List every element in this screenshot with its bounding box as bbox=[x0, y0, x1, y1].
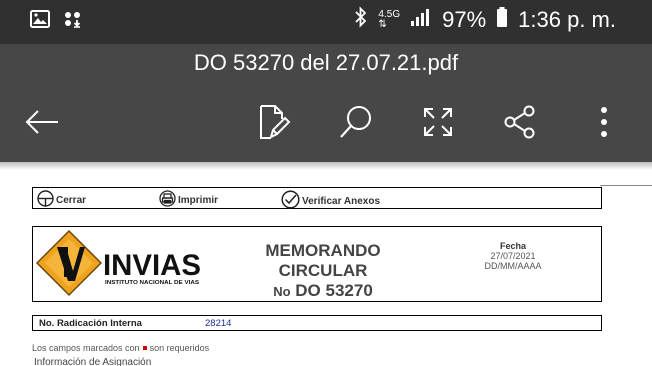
actions-bar: Cerrar Imprimir Verificar Anexos bbox=[32, 187, 602, 209]
print-action[interactable]: Imprimir bbox=[159, 190, 218, 210]
viewer-toolbar: DO 53270 del 27.07.21.pdf bbox=[0, 44, 652, 162]
battery-icon bbox=[496, 6, 508, 34]
close-circle-icon bbox=[37, 190, 54, 210]
close-action[interactable]: Cerrar bbox=[37, 190, 86, 210]
memo-title: MEMORANDO CIRCULAR No DO 53270 bbox=[243, 241, 403, 302]
signal-icon bbox=[410, 7, 432, 33]
svg-text:INSTITUTO NACIONAL DE VIAS: INSTITUTO NACIONAL DE VIAS bbox=[105, 280, 199, 286]
svg-text:INVIAS: INVIAS bbox=[103, 249, 201, 282]
status-bar-right: 4.5G ⇅ 97% 1:36 p. m. bbox=[354, 6, 616, 34]
network-type-label: 4.5G bbox=[378, 9, 401, 20]
edit-document-icon[interactable] bbox=[254, 102, 294, 142]
verify-annexes-label: Verificar Anexos bbox=[302, 195, 381, 207]
memo-number-line: No DO 53270 bbox=[243, 281, 403, 302]
section-title: Información de Asignación bbox=[34, 357, 152, 366]
print-label: Imprimir bbox=[178, 194, 219, 206]
radicacion-row: No. Radicación Interna 28214 bbox=[32, 315, 602, 331]
image-icon bbox=[30, 10, 50, 33]
required-fields-note: Los campos marcados con son requeridos bbox=[32, 343, 209, 353]
network-4g-icon: 4.5G ⇅ bbox=[378, 9, 401, 30]
clock: 1:36 p. m. bbox=[518, 7, 616, 32]
required-note-suffix: son requeridos bbox=[149, 343, 210, 353]
check-circle-icon bbox=[281, 190, 300, 212]
bluetooth-icon bbox=[354, 6, 368, 34]
status-bar: 4.5G ⇅ 97% 1:36 p. m. bbox=[0, 0, 652, 44]
fullscreen-icon[interactable] bbox=[418, 102, 458, 142]
required-note-prefix: Los campos marcados con bbox=[32, 343, 140, 353]
verify-annexes-action[interactable]: Verificar Anexos bbox=[281, 190, 380, 212]
date-block: Fecha 27/07/2021 DD/MM/AAAA bbox=[463, 241, 563, 271]
print-icon bbox=[159, 190, 176, 210]
close-label: Cerrar bbox=[56, 194, 87, 206]
toolbar-shadow bbox=[0, 162, 652, 170]
more-vert-icon[interactable] bbox=[584, 102, 624, 142]
memo-no-prefix: No bbox=[273, 284, 291, 299]
voicemail-download-icon bbox=[64, 10, 84, 33]
share-icon[interactable] bbox=[500, 102, 540, 142]
memo-title-line2: CIRCULAR bbox=[278, 261, 368, 280]
search-icon[interactable] bbox=[336, 102, 376, 142]
memo-title-line1: MEMORANDO bbox=[265, 241, 381, 260]
radicacion-value: 28214 bbox=[205, 318, 232, 329]
divider-line bbox=[600, 185, 652, 186]
pdf-page: Cerrar Imprimir Verificar Anexos INVIAS … bbox=[0, 170, 652, 366]
battery-percent: 97% bbox=[442, 7, 487, 32]
date-format: DD/MM/AAAA bbox=[484, 261, 542, 271]
invias-logo: INVIAS INSTITUTO NACIONAL DE VIAS bbox=[35, 229, 205, 297]
radicacion-label: No. Radicación Interna bbox=[39, 318, 142, 329]
document-title: DO 53270 del 27.07.21.pdf bbox=[193, 50, 459, 75]
memo-number: DO 53270 bbox=[295, 281, 373, 300]
date-label: Fecha bbox=[499, 241, 526, 251]
back-arrow-icon[interactable] bbox=[22, 102, 62, 142]
memo-header: INVIAS INSTITUTO NACIONAL DE VIAS MEMORA… bbox=[32, 226, 602, 302]
status-bar-left bbox=[30, 10, 84, 33]
required-marker bbox=[142, 346, 147, 350]
date-value: 27/07/2021 bbox=[490, 251, 536, 261]
